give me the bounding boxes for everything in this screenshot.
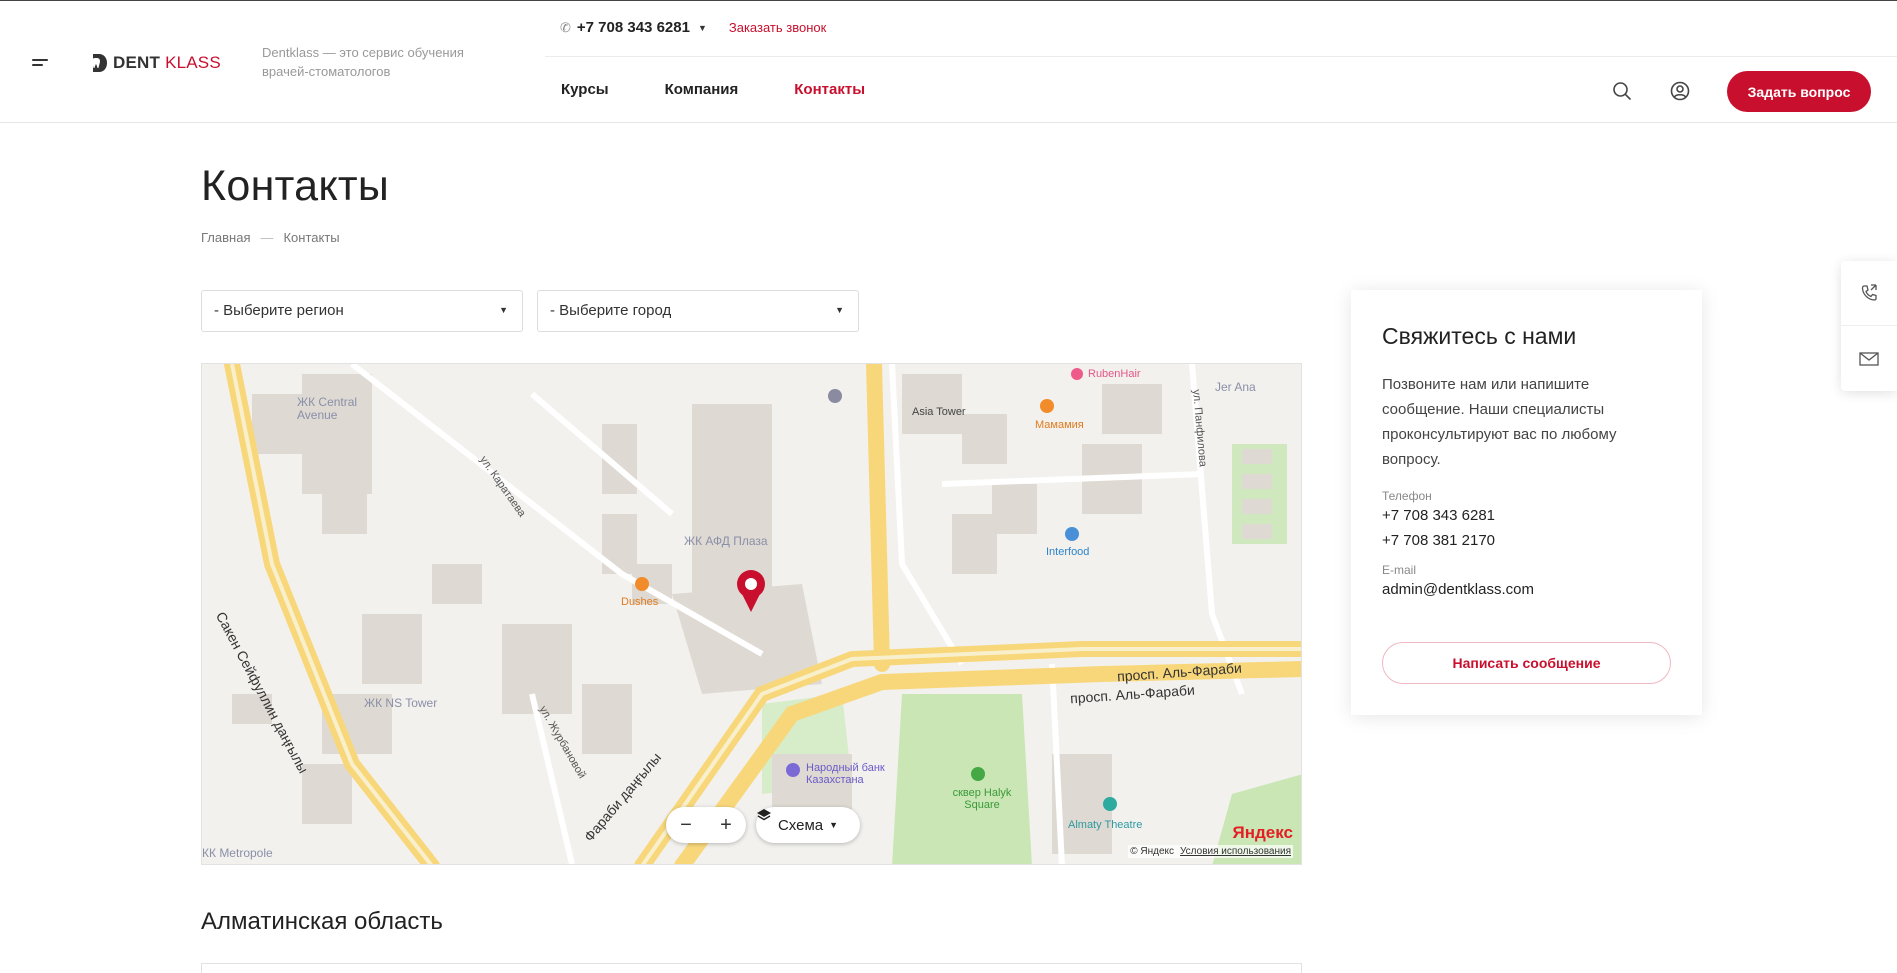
logo[interactable]: DENT KLASS [90,53,221,73]
breadcrumb-home[interactable]: Главная [201,230,250,245]
search-icon[interactable] [1612,81,1632,101]
contact-card-description: Позвоните нам или напишите сообщение. На… [1382,376,1617,468]
nav-item-company[interactable]: Компания [665,81,739,98]
tooth-logo-icon [92,54,107,72]
map-layer-label: Схема [777,816,824,834]
callback-link[interactable]: Заказать звонок [729,20,826,35]
tagline: Dentklass — это сервис обучения врачей-с… [262,45,464,79]
site-header: DENT KLASS Dentklass — это сервис обучен… [0,1,1897,123]
contact-card-title: Свяжитесь с нами [1382,323,1577,349]
nav-item-courses[interactable]: Курсы [561,81,609,98]
breadcrumb: Главная — Контакты [201,230,340,245]
zoom-out-button[interactable]: − [680,814,692,837]
contact-email[interactable]: admin@dentklass.com [1382,577,1671,602]
chevron-down-icon: ▼ [499,305,508,315]
map-label: КК Metropole [202,846,273,860]
contact-phone[interactable]: +7 708 343 6281 [1382,503,1671,528]
breadcrumb-separator: — [260,230,274,245]
phone-icon: ✆ [560,19,571,35]
side-contact-panel [1841,261,1897,391]
map-canvas [202,364,1301,864]
user-icon[interactable] [1670,81,1690,101]
map-label: RubenHair [1088,368,1141,380]
breadcrumb-current: Контакты [283,230,340,245]
main-nav: Курсы Компания Контакты [561,81,865,98]
chevron-down-icon: ▼ [829,820,839,830]
write-message-button[interactable]: Написать сообщение [1382,642,1671,684]
city-select[interactable]: - Выберите город ▼ [537,290,859,332]
map-zoom-control: − + [666,807,746,843]
menu-icon[interactable] [32,59,48,69]
header-divider [545,56,1897,57]
yandex-logo-text: Яндекс [1232,823,1293,842]
header-phone[interactable]: +7 708 343 6281 [577,19,690,36]
email-label: E-mail [1382,563,1417,577]
map-label: ЖК АФД Плаза [684,534,768,548]
chevron-down-icon[interactable]: ▼ [698,23,707,33]
office-card [201,963,1302,973]
chevron-down-icon: ▼ [835,305,844,315]
page-title: Контакты [201,162,390,210]
contact-card: Свяжитесь с нами Позвоните нам или напиш… [1351,290,1702,715]
region-select[interactable]: - Выберите регион ▼ [201,290,523,332]
phone-row: ✆ +7 708 343 6281 ▼ Заказать звонок [560,19,826,36]
layers-icon [757,809,771,821]
map-label: ЖК Central Avenue [297,395,358,422]
map-copyright: © Яндекс Условия использования [1128,845,1293,858]
mail-icon [1859,351,1879,366]
ask-question-button[interactable]: Задать вопрос [1727,71,1871,112]
side-mail-button[interactable] [1841,326,1897,391]
region-select-value: - Выберите регион [214,302,344,319]
phone-callback-icon [1861,284,1877,301]
map[interactable]: ЖК Central Avenue ЖК АФД Плаза ЖК NS Tow… [201,363,1302,865]
map-label: ЖК NS Tower [364,696,438,710]
contact-phone[interactable]: +7 708 381 2170 [1382,528,1671,553]
logo-text: DENT [113,53,161,72]
map-label: Interfood [1046,546,1090,558]
side-call-button[interactable] [1841,261,1897,326]
map-label: сквер Halyk Square [952,787,1012,811]
map-label: Dushes [621,596,659,608]
map-label: Мамамия [1035,419,1084,431]
map-label: Народный банк Казахстана [806,762,885,786]
map-label: Jer Ana [1215,380,1256,394]
zoom-in-button[interactable]: + [720,814,732,837]
map-layer-button[interactable]: Схема ▼ [756,807,860,843]
map-terms-link[interactable]: Условия использования [1180,846,1291,857]
yandex-logo[interactable]: Яндекс [1233,823,1293,843]
phone-label: Телефон [1382,489,1432,503]
map-copyright-text: © Яндекс [1130,846,1174,857]
nav-item-contacts[interactable]: Контакты [794,81,865,98]
map-label: Asia Tower [912,406,966,418]
region-section-title: Алматинская область [201,908,443,935]
map-label: Almaty Theatre [1068,819,1143,831]
city-select-value: - Выберите город [550,302,672,319]
logo-text-accent: KLASS [165,53,221,72]
